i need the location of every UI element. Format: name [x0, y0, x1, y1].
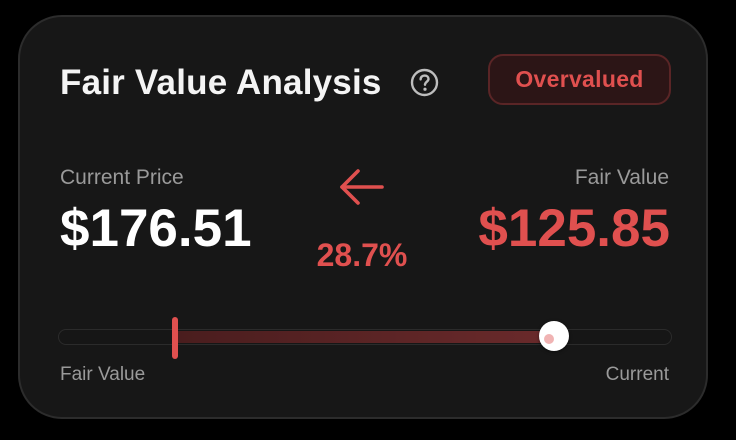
- range-left-label: Fair Value: [60, 364, 146, 385]
- difference-percent: 28.7%: [316, 237, 408, 273]
- range-fill: [176, 331, 554, 343]
- fair-value-label: Fair Value: [574, 166, 669, 189]
- current-price-knob[interactable]: [539, 321, 569, 351]
- current-price-label: Current Price: [60, 166, 184, 189]
- knob-dot: [544, 334, 554, 344]
- current-price-value: $176.51: [60, 199, 252, 258]
- card-title: Fair Value Analysis: [60, 63, 382, 102]
- range-right-label: Current: [605, 364, 669, 385]
- fair-value-value: $125.85: [478, 199, 670, 258]
- question-circle-icon[interactable]: [410, 68, 439, 97]
- arrow-left-icon: [340, 169, 384, 205]
- status-badge: Overvalued: [488, 54, 671, 105]
- fair-value-card: Fair Value Analysis Overvalued Current P…: [18, 15, 708, 419]
- fair-value-marker: [172, 317, 178, 359]
